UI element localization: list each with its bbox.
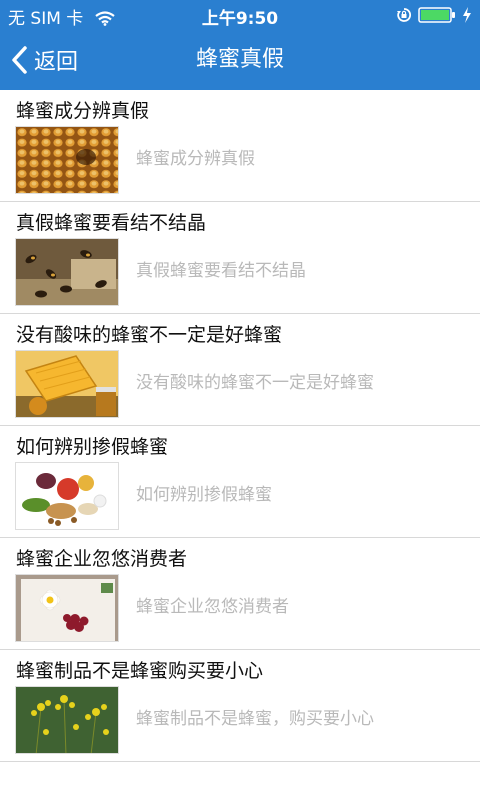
list-item[interactable]: 蜂蜜制品不是蜂蜜购买要小心 蜂蜜制品不是蜂蜜，购买要小心 bbox=[0, 650, 480, 762]
article-list: 蜂蜜成分辨真假 蜂蜜成分辨真假 真假蜂蜜要看结不结晶 真假蜂蜜要看结不结晶 没有… bbox=[0, 90, 480, 762]
rotation-lock-icon bbox=[396, 7, 412, 23]
status-right-icons bbox=[396, 6, 472, 24]
item-title: 真假蜂蜜要看结不结晶 bbox=[16, 212, 207, 234]
item-description: 蜂蜜企业忽悠消费者 bbox=[136, 597, 289, 617]
item-description: 没有酸味的蜂蜜不一定是好蜂蜜 bbox=[136, 373, 374, 393]
honeycomb-and-jar-thumbnail bbox=[15, 350, 119, 418]
list-item[interactable]: 如何辨别掺假蜂蜜 如何辨别掺假蜂蜜 bbox=[0, 426, 480, 538]
flower-and-berries-thumbnail bbox=[15, 574, 119, 642]
item-title: 如何辨别掺假蜂蜜 bbox=[16, 436, 169, 458]
honeycomb-thumbnail bbox=[15, 126, 119, 194]
item-title: 蜂蜜企业忽悠消费者 bbox=[16, 548, 188, 570]
list-item[interactable]: 蜂蜜成分辨真假 蜂蜜成分辨真假 bbox=[0, 90, 480, 202]
item-title: 蜂蜜制品不是蜂蜜购买要小心 bbox=[16, 660, 264, 682]
item-title: 没有酸味的蜂蜜不一定是好蜂蜜 bbox=[16, 324, 283, 346]
charging-bolt-icon bbox=[462, 7, 472, 23]
yellow-flowers-thumbnail bbox=[15, 686, 119, 754]
item-title: 蜂蜜成分辨真假 bbox=[16, 100, 150, 122]
item-description: 蜂蜜制品不是蜂蜜，购买要小心 bbox=[136, 709, 374, 729]
bees-on-comb-thumbnail bbox=[15, 238, 119, 306]
navigation-bar: 返回 蜂蜜真假 bbox=[0, 30, 480, 90]
item-description: 真假蜂蜜要看结不结晶 bbox=[136, 261, 306, 281]
item-description: 蜂蜜成分辨真假 bbox=[136, 149, 255, 169]
battery-icon bbox=[418, 7, 456, 23]
item-description: 如何辨别掺假蜂蜜 bbox=[136, 485, 272, 505]
status-bar: 无 SIM 卡 上午9:50 bbox=[0, 0, 480, 30]
fruits-and-nuts-thumbnail bbox=[15, 462, 119, 530]
list-item[interactable]: 蜂蜜企业忽悠消费者 蜂蜜企业忽悠消费者 bbox=[0, 538, 480, 650]
list-item[interactable]: 真假蜂蜜要看结不结晶 真假蜂蜜要看结不结晶 bbox=[0, 202, 480, 314]
page-title: 蜂蜜真假 bbox=[195, 47, 284, 72]
list-item[interactable]: 没有酸味的蜂蜜不一定是好蜂蜜 没有酸味的蜂蜜不一定是好蜂蜜 bbox=[0, 314, 480, 426]
